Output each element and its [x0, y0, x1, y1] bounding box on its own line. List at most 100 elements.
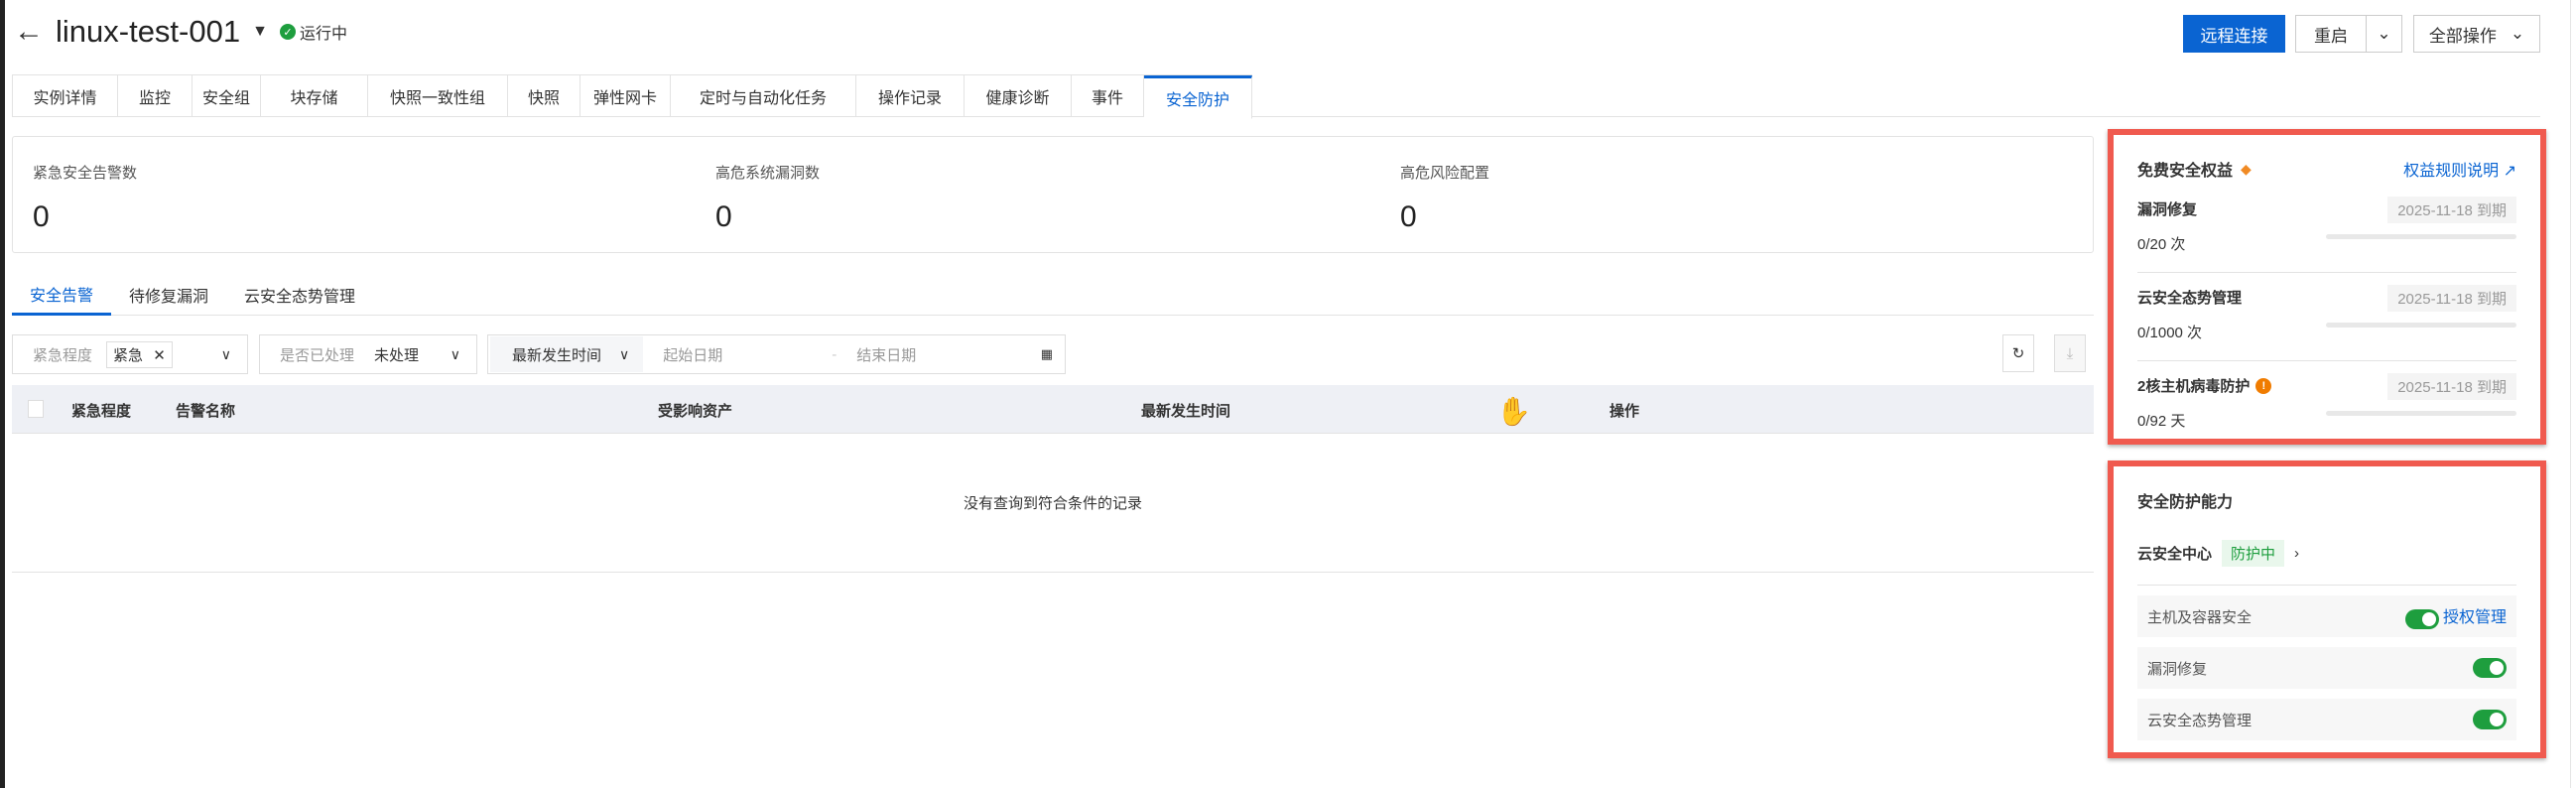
feature-label: 主机及容器安全: [2147, 608, 2253, 626]
tab-block-storage[interactable]: 块存储: [261, 75, 368, 116]
expiry-badge: 2025-11-18 到期: [2387, 197, 2516, 223]
empty-message: 没有查询到符合条件的记录: [963, 495, 1142, 512]
subtab-pending-vulns[interactable]: 待修复漏洞: [111, 274, 226, 316]
feature-label: 漏洞修复: [2147, 660, 2208, 678]
back-arrow-icon[interactable]: ←: [14, 15, 44, 49]
warning-icon[interactable]: !: [2255, 377, 2272, 394]
handled-filter[interactable]: 是否已处理 未处理 ∨: [259, 334, 477, 374]
range-separator: -: [832, 345, 837, 363]
instance-switch-caret-icon[interactable]: ▼: [252, 23, 268, 41]
stat-label: 高危风险配置: [1400, 165, 1490, 182]
external-link-icon: ↗: [2503, 163, 2516, 180]
chevron-down-icon: ∨: [220, 345, 231, 362]
chevron-down-icon: ∨: [619, 345, 630, 362]
expiry-badge: 2025-11-18 到期: [2387, 285, 2516, 312]
feature-toggle[interactable]: [2473, 710, 2507, 729]
column-header-latest-time[interactable]: 最新发生时间: [1141, 400, 1230, 421]
divider: [1252, 116, 2540, 117]
security-stats-card: 紧急安全告警数 0 高危系统漏洞数 0 高危风险配置 0: [12, 136, 2094, 253]
alerts-table-header: 紧急程度 告警名称 受影响资产 最新发生时间 操作: [12, 385, 2094, 434]
benefit-rules-link[interactable]: 权益规则说明 ↗: [2403, 157, 2516, 181]
subtab-security-alerts[interactable]: 安全告警: [12, 274, 112, 316]
stat-label: 高危系统漏洞数: [715, 165, 821, 182]
usage-progress-bar: [2326, 234, 2516, 239]
benefit-item: 2核主机病毒防护! 0/92 天 2025-11-18 到期: [2137, 361, 2516, 450]
chevron-down-icon: ⌄: [2510, 24, 2525, 43]
column-header-severity[interactable]: 紧急程度: [71, 400, 131, 421]
tab-security-protection[interactable]: 安全防护: [1144, 75, 1252, 119]
column-header-alert-name[interactable]: 告警名称: [176, 400, 235, 421]
feature-cspm: 云安全态势管理: [2137, 699, 2516, 740]
download-button[interactable]: ⤓: [2054, 334, 2086, 372]
empty-state: 没有查询到符合条件的记录: [12, 434, 2094, 573]
security-protection-panel: 安全防护能力 云安全中心 防护中 › 主机及容器安全 授权管理 漏洞修复 云安全…: [2108, 460, 2546, 758]
panel-title: 安全防护能力: [2137, 494, 2234, 511]
start-date-input[interactable]: 起始日期: [663, 344, 832, 365]
date-range-filter: 最新发生时间 ∨ 起始日期 - 结束日期 ▦: [487, 334, 1066, 374]
refresh-button[interactable]: ↻: [2002, 334, 2034, 372]
license-management-link[interactable]: 授权管理: [2443, 609, 2507, 626]
usage-progress-bar: [2326, 323, 2516, 328]
tab-health-diagnosis[interactable]: 健康诊断: [965, 75, 1072, 116]
all-operations-label: 全部操作: [2428, 26, 2497, 46]
select-all-checkbox[interactable]: [28, 400, 44, 418]
link-label: 权益规则说明: [2403, 163, 2500, 180]
stat-value: 0: [33, 200, 50, 233]
chevron-right-icon[interactable]: ›: [2294, 545, 2299, 562]
subtab-cspm[interactable]: 云安全态势管理: [226, 274, 373, 316]
tab-scheduled-tasks[interactable]: 定时与自动化任务: [671, 75, 856, 116]
stat-label: 紧急安全告警数: [33, 165, 138, 182]
page-header: ← linux-test-001 ▼ ✓ 运行中: [14, 14, 347, 50]
hand-cursor-icon: ✋: [1496, 396, 1531, 427]
stat-value: 0: [715, 200, 732, 233]
tab-monitoring[interactable]: 监控: [118, 75, 193, 116]
restart-button[interactable]: 重启: [2295, 15, 2367, 53]
panel-title: 免费安全权益: [2137, 163, 2234, 180]
tab-operation-log[interactable]: 操作记录: [856, 75, 965, 116]
filter-value: 未处理: [374, 346, 420, 364]
close-icon[interactable]: ✕: [153, 347, 166, 364]
tab-instance-details[interactable]: 实例详情: [12, 75, 118, 116]
benefit-name: 2核主机病毒防护: [2137, 378, 2251, 395]
feature-toggle[interactable]: [2404, 608, 2439, 629]
page-title: linux-test-001: [56, 14, 241, 49]
restart-dropdown-button[interactable]: ⌄: [2366, 15, 2402, 53]
tab-eni[interactable]: 弹性网卡: [580, 75, 671, 116]
check-circle-icon: ✓: [279, 24, 296, 40]
feature-vuln-fix: 漏洞修复: [2137, 647, 2516, 689]
filter-label: 紧急程度: [33, 346, 93, 364]
column-header-affected-asset[interactable]: 受影响资产: [658, 400, 732, 421]
feature-host-container-security: 主机及容器安全 授权管理: [2137, 595, 2516, 637]
free-security-benefits-panel: 免费安全权益 ◆ 权益规则说明 ↗ 漏洞修复 0/20 次 2025-11-18 …: [2108, 129, 2546, 445]
filter-label: 是否已处理: [280, 346, 355, 364]
security-subtabs: 安全告警 待修复漏洞 云安全态势管理: [12, 274, 2094, 316]
status-badge: ✓ 运行中: [279, 20, 347, 44]
tab-snapshot-consistency-group[interactable]: 快照一致性组: [368, 75, 508, 116]
security-center-row[interactable]: 云安全中心 防护中 ›: [2137, 540, 2516, 586]
severity-filter[interactable]: 紧急程度 紧急 ✕ ∨: [12, 334, 248, 374]
instance-tabs: 实例详情 监控 安全组 块存储 快照一致性组 快照 弹性网卡 定时与自动化任务 …: [12, 74, 1252, 119]
diamond-icon: ◆: [2241, 160, 2252, 177]
remote-connect-button[interactable]: 远程连接: [2183, 15, 2285, 53]
expiry-badge: 2025-11-18 到期: [2387, 373, 2516, 400]
feature-label: 云安全态势管理: [2147, 712, 2253, 729]
chevron-down-icon: ∨: [450, 345, 460, 362]
divider: [2570, 0, 2571, 788]
tab-security-group[interactable]: 安全组: [193, 75, 261, 116]
refresh-icon: ↻: [2011, 345, 2025, 362]
tab-events[interactable]: 事件: [1072, 75, 1144, 116]
benefit-item: 漏洞修复 0/20 次 2025-11-18 到期: [2137, 185, 2516, 273]
time-field-select[interactable]: 最新发生时间 ∨: [490, 336, 644, 372]
chevron-down-icon: ⌄: [2377, 24, 2391, 43]
all-operations-button[interactable]: 全部操作 ⌄: [2413, 15, 2540, 53]
usage-progress-bar: [2326, 411, 2516, 416]
feature-toggle[interactable]: [2473, 658, 2507, 678]
stat-urgent-alerts: 紧急安全告警数 0: [33, 162, 137, 234]
tab-snapshot[interactable]: 快照: [508, 75, 580, 116]
benefit-item: 云安全态势管理 0/1000 次 2025-11-18 到期: [2137, 273, 2516, 361]
end-date-input[interactable]: 结束日期: [856, 344, 1015, 365]
severity-chip: 紧急 ✕: [106, 340, 173, 368]
download-icon: ⤓: [2066, 344, 2074, 362]
chip-label: 紧急: [113, 346, 144, 364]
calendar-icon[interactable]: ▦: [1041, 346, 1053, 362]
